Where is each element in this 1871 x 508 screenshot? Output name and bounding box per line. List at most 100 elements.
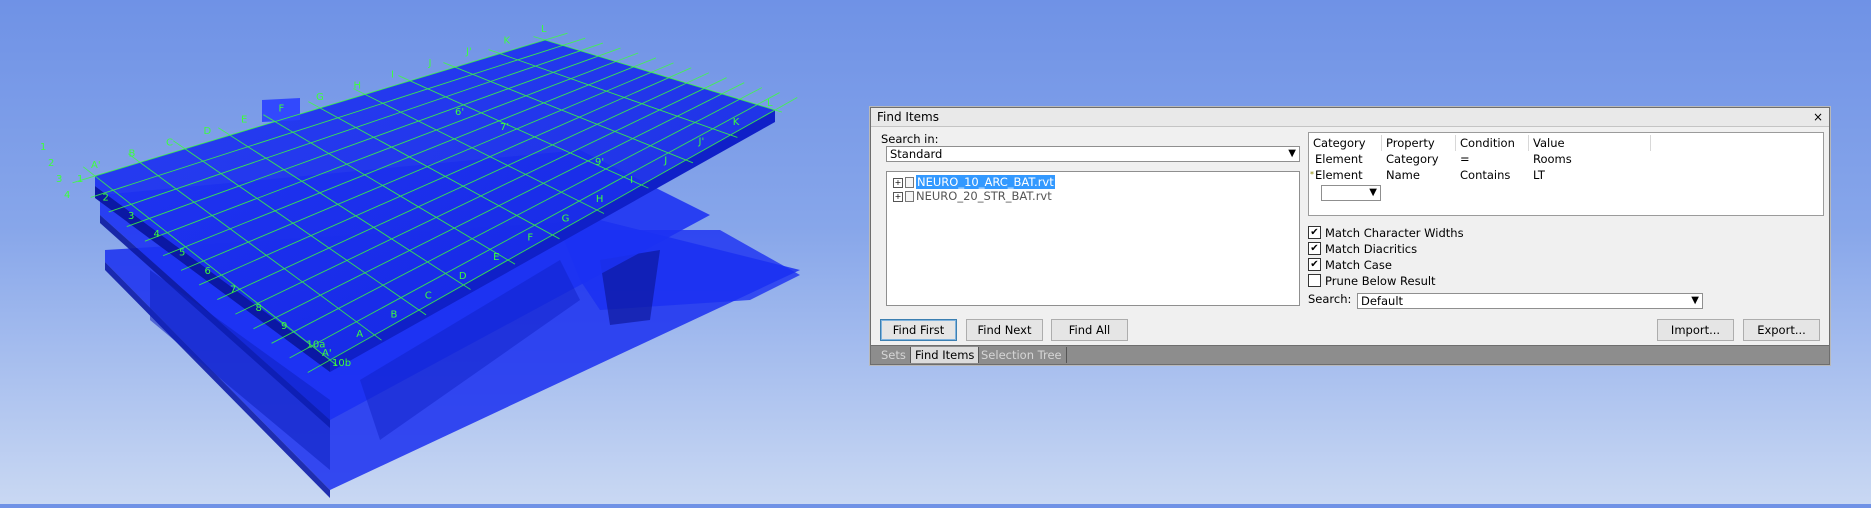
expand-icon[interactable]: + [893,177,903,188]
option-match-case[interactable]: ✔ Match Case [1308,257,1392,273]
grid-label: 4 [64,190,70,201]
option-match-character-widths[interactable]: ✔ Match Character Widths [1308,225,1464,241]
option-label: Match Case [1325,258,1392,272]
close-icon[interactable]: × [1813,108,1823,126]
tab-find-items[interactable]: Find Items [911,347,980,363]
option-label: Match Character Widths [1325,226,1464,240]
grid-label: L [767,98,773,109]
find-first-button[interactable]: Find First [880,319,957,341]
grid-label: A' [322,348,332,359]
option-label: Prune Below Result [1325,274,1436,288]
grid-label: D [204,126,212,137]
grid-label: B [390,310,397,321]
grid-cell[interactable]: Category [1386,151,1439,167]
grid-label: G [316,92,324,103]
grid-label: B [129,149,136,160]
import-button[interactable]: Import... [1657,319,1734,341]
grid-label: 3 [128,211,134,222]
grid-cell[interactable]: Element [1315,151,1363,167]
grid-label: 10b [332,358,351,369]
grid-label: 1 [77,174,83,185]
search-in-value: Standard [890,147,943,161]
grid-label: 3 [56,174,62,185]
grid-cell[interactable]: = [1460,151,1470,167]
tree-item[interactable]: + NEURO_10_ARC_BAT.rvt [893,175,1055,189]
option-match-diacritics[interactable]: ✔ Match Diacritics [1308,241,1417,257]
search-mode-select[interactable]: Default ▼ [1357,293,1703,309]
file-tree[interactable]: + NEURO_10_ARC_BAT.rvt + NEURO_20_STR_BAT.… [886,171,1300,306]
tree-item-label[interactable]: NEURO_20_STR_BAT.rvt [916,189,1052,203]
find-items-titlebar: Find Items × [871,108,1829,127]
grid-label: 6 [205,266,211,277]
option-label: Match Diacritics [1325,242,1418,256]
grid-label: 5 [179,248,185,259]
tab-selection-tree[interactable]: Selection Tree [977,347,1067,363]
checkbox[interactable]: ✔ [1308,226,1321,239]
find-all-button[interactable]: Find All [1051,319,1128,341]
grid-label: F [527,233,533,244]
grid-cell[interactable]: LT [1533,167,1545,183]
grid-label: L [541,24,547,35]
grid-label: E [241,115,247,126]
grid-label: K [733,117,740,128]
checkbox[interactable] [1308,274,1321,287]
chevron-down-icon: ▼ [1288,148,1296,159]
revit-file-icon [905,177,914,188]
checkbox[interactable]: ✔ [1308,258,1321,271]
grid-label: J [428,58,432,69]
grid-label: J' [698,136,705,147]
grid-cell[interactable]: Element [1315,167,1363,183]
grid-label: 8 [256,303,262,314]
row-marker-icon: * [1310,170,1314,179]
grid-label: 6' [455,107,464,118]
new-row-category-select[interactable]: ▼ [1321,185,1381,201]
model-viewport[interactable]: 1 2 3 4 5 6 7 8 9 10a 10b A' A B C D E F G H I J J' K L A' B C D E F G H… [0,0,870,504]
col-header-property[interactable]: Property [1382,135,1456,151]
grid-label: H [596,194,604,205]
expand-icon[interactable]: + [893,191,903,202]
panel-title: Find Items [877,110,939,124]
grid-label: 2 [48,158,54,169]
grid-label: K [504,35,511,46]
option-prune-below-result[interactable]: Prune Below Result [1308,273,1436,289]
grid-cell[interactable]: Name [1386,167,1420,183]
conditions-grid[interactable]: Category Property Condition Value Elemen… [1308,132,1824,216]
grid-label: 2 [103,192,109,203]
tree-item[interactable]: + NEURO_20_STR_BAT.rvt [893,189,1052,203]
grid-label: 9 [281,321,287,332]
col-header-value[interactable]: Value [1529,135,1651,151]
grid-label: I [630,175,633,186]
grid-label: H [354,81,362,92]
grid-label: C [425,290,432,301]
grid-cell[interactable]: Rooms [1533,151,1572,167]
grid-label: A [356,329,363,340]
grid-label: 7' [500,122,509,133]
tree-item-label[interactable]: NEURO_10_ARC_BAT.rvt [916,175,1055,189]
search-in-select[interactable]: Standard ▼ [886,146,1300,162]
revit-file-icon [905,191,914,202]
grid-label: 7 [230,284,236,295]
grid-label: J [663,156,667,167]
grid-label: D [459,271,467,282]
chevron-down-icon: ▼ [1691,295,1699,306]
search-in-label: Search in: [881,132,939,146]
grid-label: J' [465,47,472,58]
grid-label: F [279,103,285,114]
col-header-condition[interactable]: Condition [1456,135,1529,151]
grid-label: 1 [40,142,46,153]
find-items-panel: Find Items × Search in: Standard ▼ + NEUR… [870,107,1830,365]
grid-label: 9' [595,157,604,168]
grid-cell[interactable]: Contains [1460,167,1510,183]
grid-label: I [391,69,394,80]
building-model-3d[interactable]: 12345678910a10bA'ABCDEFGHIJJ'KLA'BCDEFGH… [0,0,870,504]
search-label: Search: [1308,292,1352,306]
col-header-category[interactable]: Category [1309,135,1382,151]
tab-sets[interactable]: Sets [877,347,911,363]
chevron-down-icon: ▼ [1369,187,1377,198]
find-next-button[interactable]: Find Next [966,319,1043,341]
grid-label: C [166,137,173,148]
grid-label: A' [91,160,101,171]
checkbox[interactable]: ✔ [1308,242,1321,255]
export-button[interactable]: Export... [1743,319,1820,341]
grid-label: 4 [154,229,160,240]
